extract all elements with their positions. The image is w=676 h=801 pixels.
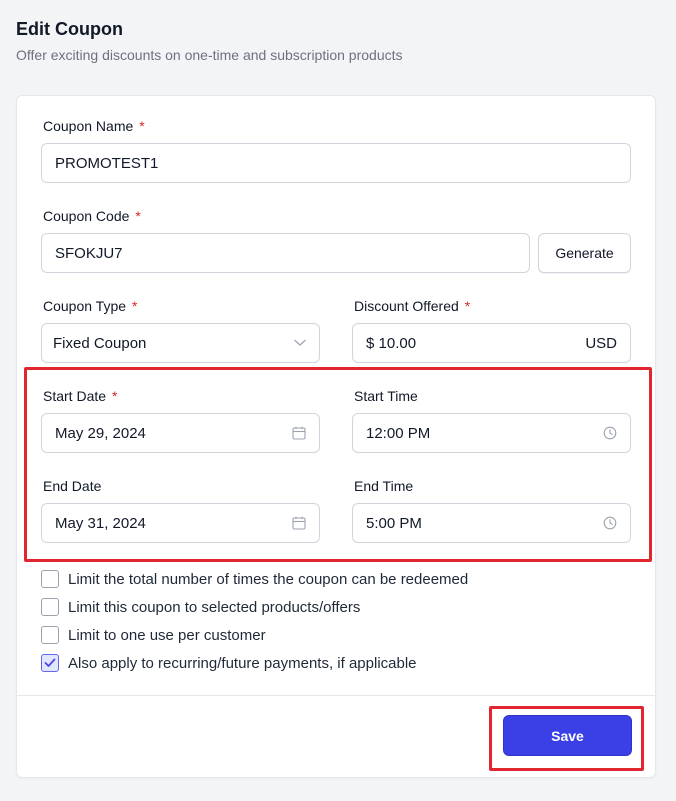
generate-button[interactable]: Generate — [538, 233, 631, 273]
currency-suffix: USD — [585, 334, 617, 352]
coupon-code-value: SFOKJU7 — [55, 244, 123, 262]
option-label: Limit to one use per customer — [68, 626, 266, 644]
required-marker: * — [112, 388, 118, 404]
discount-value: $ 10.00 — [366, 334, 417, 352]
required-marker: * — [464, 298, 471, 314]
option-label: Limit this coupon to selected products/o… — [68, 598, 361, 616]
end-date-label: End Date — [43, 478, 101, 495]
coupon-type-label-text: Coupon Type — [43, 298, 127, 314]
start-date-label-text: Start Date — [43, 388, 107, 404]
coupon-code-label: Coupon Code * — [43, 208, 141, 225]
chevron-down-icon — [294, 339, 306, 347]
clock-icon — [603, 426, 617, 440]
coupon-type-select[interactable]: Fixed Coupon — [41, 323, 320, 363]
calendar-icon — [292, 426, 306, 440]
option-apply-recurring[interactable]: Also apply to recurring/future payments,… — [41, 654, 417, 672]
option-limit-total-redemptions[interactable]: Limit the total number of times the coup… — [41, 570, 468, 588]
coupon-form-card: Coupon Name * PROMOTEST1 Coupon Code * SFO… — [16, 95, 656, 778]
end-time-label: End Time — [354, 478, 413, 495]
required-marker: * — [139, 118, 145, 134]
start-date-label: Start Date * — [43, 388, 117, 405]
start-time-label-text: Start Time — [354, 388, 418, 404]
end-date-value: May 31, 2024 — [55, 514, 146, 532]
checkbox[interactable] — [41, 598, 59, 616]
page-subtitle: Offer exciting discounts on one-time and… — [16, 47, 403, 63]
discount-offered-label-text: Discount Offered — [354, 298, 459, 314]
checkbox-checked[interactable] — [41, 654, 59, 672]
clock-icon — [603, 516, 617, 530]
end-date-label-text: End Date — [43, 478, 102, 494]
coupon-type-label: Coupon Type * — [43, 298, 137, 315]
start-time-input[interactable]: 12:00 PM — [352, 413, 631, 453]
start-time-label: Start Time — [354, 388, 418, 405]
coupon-name-value: PROMOTEST1 — [55, 154, 159, 172]
end-date-input[interactable]: May 31, 2024 — [41, 503, 320, 543]
end-time-input[interactable]: 5:00 PM — [352, 503, 631, 543]
option-one-use-per-customer[interactable]: Limit to one use per customer — [41, 626, 266, 644]
checkmark-icon — [44, 658, 56, 667]
start-date-value: May 29, 2024 — [55, 424, 146, 442]
required-marker: * — [135, 208, 141, 224]
footer-divider — [17, 695, 655, 696]
calendar-icon — [292, 516, 306, 530]
checkbox[interactable] — [41, 626, 59, 644]
coupon-name-label: Coupon Name * — [43, 118, 145, 135]
coupon-name-label-text: Coupon Name — [43, 118, 134, 134]
option-limit-selected-products[interactable]: Limit this coupon to selected products/o… — [41, 598, 360, 616]
page-title: Edit Coupon — [16, 19, 123, 39]
start-time-value: 12:00 PM — [366, 424, 431, 442]
end-time-value: 5:00 PM — [366, 514, 422, 532]
coupon-code-input[interactable]: SFOKJU7 — [41, 233, 530, 273]
coupon-name-input[interactable]: PROMOTEST1 — [41, 143, 631, 183]
end-time-label-text: End Time — [354, 478, 414, 494]
checkbox[interactable] — [41, 570, 59, 588]
option-label: Limit the total number of times the coup… — [68, 570, 469, 588]
save-button[interactable]: Save — [503, 715, 632, 756]
discount-offered-label: Discount Offered * — [354, 298, 470, 315]
coupon-type-value: Fixed Coupon — [53, 334, 147, 352]
page-header: Edit Coupon Offer exciting discounts on … — [16, 18, 403, 64]
discount-offered-input[interactable]: $ 10.00 USD — [352, 323, 631, 363]
required-marker: * — [132, 298, 138, 314]
coupon-code-label-text: Coupon Code — [43, 208, 130, 224]
option-label: Also apply to recurring/future payments,… — [68, 654, 417, 672]
start-date-input[interactable]: May 29, 2024 — [41, 413, 320, 453]
